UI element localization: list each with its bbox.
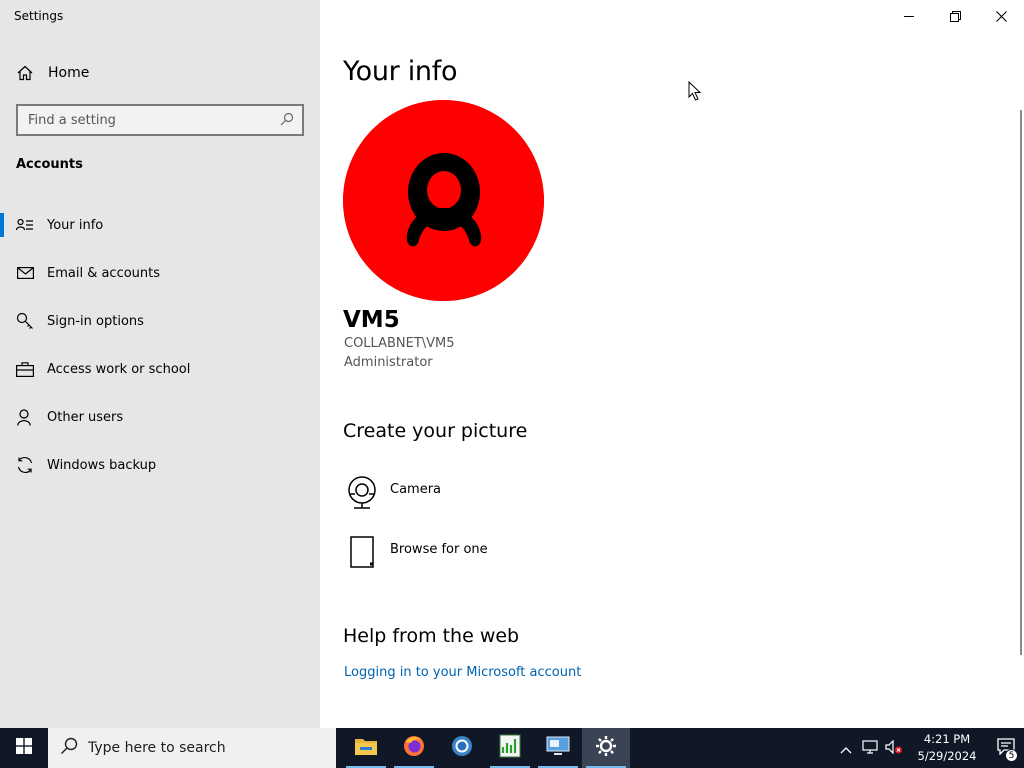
taskbar-file-explorer[interactable] (342, 728, 390, 768)
mail-icon (16, 264, 34, 282)
close-icon (995, 7, 1007, 26)
taskbar: Type here to search 4:21 PM 5/29/2024 5 (0, 728, 1024, 768)
home-label: Home (48, 65, 90, 81)
window-caption-buttons (886, 0, 1024, 32)
settings-gear-icon (595, 735, 617, 761)
avatar (343, 100, 544, 301)
taskbar-apps (342, 728, 630, 768)
mouse-cursor-icon (688, 80, 702, 105)
create-picture-heading: Create your picture (343, 420, 528, 442)
search-icon[interactable] (280, 111, 294, 130)
sidebar-item-label: Email & accounts (47, 265, 161, 281)
taskbar-remote-desktop[interactable] (534, 728, 582, 768)
sidebar-item-label: Other users (47, 409, 124, 425)
section-title: Accounts (16, 157, 83, 172)
microsoft-account-help-link[interactable]: Logging in to your Microsoft account (344, 665, 581, 680)
sidebar: Settings Home Accounts Your info Email (0, 0, 320, 728)
camera-icon (344, 474, 380, 510)
camera-option[interactable]: Camera (344, 474, 441, 510)
browse-for-one-option[interactable]: Browse for one (344, 534, 488, 570)
chrome-icon (450, 734, 474, 762)
clock-time: 4:21 PM (923, 732, 971, 746)
key-icon (16, 312, 34, 330)
document-icon (344, 534, 380, 570)
user-display-name: VM5 (343, 307, 400, 333)
sidebar-item-label: Access work or school (47, 361, 191, 377)
notification-count-badge: 5 (1005, 749, 1018, 762)
sidebar-item-label: Sign-in options (47, 313, 144, 329)
taskbar-settings[interactable] (582, 728, 630, 768)
system-tray: 4:21 PM 5/29/2024 5 (834, 728, 1024, 768)
restore-button[interactable] (932, 0, 978, 32)
chevron-up-icon (840, 739, 852, 758)
home-icon (16, 64, 36, 82)
windows-logo-icon (16, 738, 32, 758)
taskbar-search-box[interactable]: Type here to search (48, 728, 336, 768)
sidebar-item-your-info[interactable]: Your info (0, 205, 320, 245)
minimize-icon (903, 7, 915, 26)
person-icon (16, 408, 34, 426)
sidebar-item-windows-backup[interactable]: Windows backup (0, 445, 320, 485)
sidebar-item-label: Your info (47, 217, 104, 233)
clock-date: 5/29/2024 (917, 749, 977, 763)
briefcase-icon (16, 360, 34, 378)
taskbar-clock[interactable]: 4:21 PM 5/29/2024 (912, 731, 982, 765)
network-tray-button[interactable] (858, 728, 882, 768)
sidebar-item-email-accounts[interactable]: Email & accounts (0, 253, 320, 293)
taskbar-search-placeholder: Type here to search (88, 740, 226, 756)
taskbar-firefox[interactable] (390, 728, 438, 768)
spreadsheet-icon (499, 734, 521, 762)
remote-desktop-icon (546, 736, 570, 760)
avatar-person-icon (343, 100, 544, 301)
action-center-button[interactable]: 5 (988, 728, 1024, 768)
search-icon (60, 737, 78, 759)
page-title: Your info (343, 56, 458, 87)
sidebar-item-access-work-school[interactable]: Access work or school (0, 349, 320, 389)
restore-icon (949, 7, 961, 26)
firefox-icon (402, 734, 426, 762)
sidebar-item-label: Windows backup (47, 457, 157, 473)
user-role: Administrator (344, 355, 433, 370)
find-setting-search[interactable] (16, 104, 304, 136)
volume-muted-icon (885, 739, 903, 758)
user-account-domain: COLLABNET\VM5 (344, 336, 455, 351)
minimize-button[interactable] (886, 0, 932, 32)
browse-label: Browse for one (390, 542, 488, 557)
close-button[interactable] (978, 0, 1024, 32)
app-title: Settings (14, 9, 64, 23)
sidebar-item-sign-in-options[interactable]: Sign-in options (0, 301, 320, 341)
sidebar-item-other-users[interactable]: Other users (0, 397, 320, 437)
taskbar-chrome[interactable] (438, 728, 486, 768)
search-input[interactable] (28, 112, 280, 128)
sync-icon (16, 456, 34, 474)
camera-label: Camera (390, 482, 442, 497)
settings-window: Settings Home Accounts Your info Email (0, 0, 1024, 728)
taskbar-spreadsheet[interactable] (486, 728, 534, 768)
scrollbar[interactable] (1020, 110, 1022, 655)
file-explorer-icon (354, 736, 378, 760)
start-button[interactable] (0, 728, 48, 768)
show-hidden-icons-button[interactable] (834, 728, 858, 768)
network-icon (862, 739, 878, 758)
your-info-icon (16, 216, 34, 234)
help-web-heading: Help from the web (343, 625, 520, 647)
home-nav-item[interactable]: Home (16, 62, 89, 84)
volume-tray-button[interactable] (882, 728, 906, 768)
